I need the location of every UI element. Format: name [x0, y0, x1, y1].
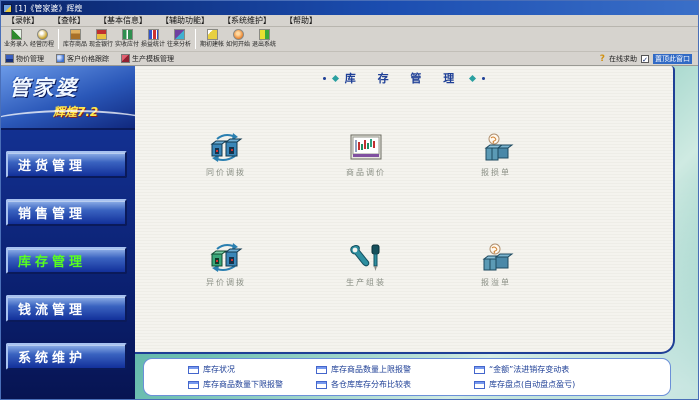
- diamond-icon: [332, 74, 339, 81]
- transactions-analysis-icon: [174, 29, 185, 40]
- brand-logo: 管家婆 辉煌7.2: [1, 66, 135, 130]
- pin-window-checkbox-label[interactable]: 置顶此窗口: [653, 54, 692, 64]
- menu-item-aux-functions[interactable]: 【辅助功能】: [161, 15, 209, 26]
- price-management-icon: [5, 54, 14, 63]
- toolbar-business-entry-button[interactable]: 业务录入: [3, 28, 29, 48]
- question-mark-icon: ?: [600, 54, 605, 64]
- customer-price-tracking-button[interactable]: 客户价格跟踪: [56, 54, 109, 64]
- toolbar-business-history-button[interactable]: 经营历程: [29, 28, 55, 48]
- toolbar-how-to-start-button[interactable]: 如何开始: [225, 28, 251, 48]
- main-background: 库 存 管 理: [135, 66, 698, 399]
- inventory-panel: 库 存 管 理: [135, 66, 675, 354]
- main-toolbar: 业务录入 经营历程 库存商品 现金银行 实收应付 损益统计 往来分析: [1, 27, 698, 52]
- sidebar-item-cashflow[interactable]: 钱流管理: [6, 295, 127, 322]
- production-template-icon: [121, 54, 130, 63]
- table-icon: [316, 381, 327, 389]
- production-template-button[interactable]: 生产模板管理: [121, 54, 174, 64]
- shortcut-overflow-report[interactable]: 报溢单: [454, 242, 538, 288]
- link-amount-method-change-table[interactable]: “金额”法进销存变动表: [474, 364, 664, 375]
- brand-name: 管家婆: [9, 72, 135, 102]
- toolbar-stock-goods-button[interactable]: 库存商品: [62, 28, 88, 48]
- app-icon: [3, 4, 12, 13]
- menu-item-query[interactable]: 【查帐】: [53, 15, 85, 26]
- sidebar: 管家婆 辉煌7.2 进货管理 销售管理 库存管理 钱流管理 系统维护: [1, 66, 135, 399]
- diff-price-transfer-icon: [208, 242, 244, 274]
- toolbar-exit-system-button[interactable]: 退出系统: [251, 28, 277, 48]
- shortcut-goods-reprice[interactable]: 商品调价: [324, 132, 408, 178]
- overflow-report-icon: [478, 242, 514, 274]
- page-title: 库 存 管 理: [345, 70, 464, 86]
- menu-item-basic-info[interactable]: 【基本信息】: [99, 15, 147, 26]
- shortcut-diff-price-transfer[interactable]: 异价调拨: [184, 242, 268, 288]
- receivable-payable-icon: [122, 29, 133, 40]
- link-stock-count[interactable]: 库存盘点(自动盘点盈亏): [474, 379, 664, 390]
- link-inventory-status[interactable]: 库存状况: [188, 364, 316, 375]
- brand-version: 辉煌7.2: [53, 103, 135, 120]
- app-window: [1]《管家婆》辉煌 【录帐】 【查帐】 【基本信息】 【辅助功能】 【系统维护…: [0, 0, 699, 400]
- same-price-transfer-icon: [208, 132, 244, 164]
- panel-header: 库 存 管 理: [135, 70, 673, 86]
- customer-price-tracking-icon: [56, 54, 65, 63]
- sidebar-item-sales[interactable]: 销售管理: [6, 199, 127, 226]
- link-stock-upper-limit-alarm[interactable]: 库存商品数量上限报警: [316, 364, 474, 375]
- toolbar-initial-setup-button[interactable]: 期初建帐: [199, 28, 225, 48]
- price-management-button[interactable]: 物价管理: [5, 54, 44, 64]
- stock-goods-icon: [70, 29, 81, 40]
- content-area: 管家婆 辉煌7.2 进货管理 销售管理 库存管理 钱流管理 系统维护 库 存 管…: [1, 66, 698, 399]
- sidebar-item-system-maintenance[interactable]: 系统维护: [6, 343, 127, 370]
- dot-decoration: [482, 77, 485, 80]
- toolbar-receivable-payable-button[interactable]: 实收应付: [114, 28, 140, 48]
- sidebar-item-inventory[interactable]: 库存管理: [6, 247, 127, 274]
- loss-report-icon: [478, 132, 514, 164]
- shortcut-production-assembly[interactable]: 生产组装: [324, 242, 408, 288]
- link-stock-lower-limit-alarm[interactable]: 库存商品数量下限报警: [188, 379, 316, 390]
- secondary-toolbar: 物价管理 客户价格跟踪 生产模板管理 ? 在线求助 ✓ 置顶此窗口: [1, 52, 698, 66]
- table-icon: [188, 366, 199, 374]
- dot-decoration: [323, 77, 326, 80]
- menu-item-help[interactable]: 【帮助】: [285, 15, 317, 26]
- exit-system-icon: [259, 29, 270, 40]
- initial-setup-icon: [207, 29, 218, 40]
- toolbar-separator: [195, 29, 196, 49]
- pin-window-checkbox[interactable]: ✓: [641, 55, 649, 63]
- window-title: [1]《管家婆》辉煌: [15, 3, 82, 14]
- profit-loss-icon: [148, 29, 159, 40]
- quick-links-panel: 库存状况 库存商品数量上限报警 “金额”法进销存变动表 库存商品数量下限报警 各…: [143, 358, 671, 396]
- online-help-link[interactable]: 在线求助: [609, 54, 637, 64]
- table-icon: [316, 366, 327, 374]
- table-icon: [188, 381, 199, 389]
- business-history-icon: [37, 29, 48, 40]
- table-icon: [474, 366, 485, 374]
- how-to-start-icon: [233, 29, 244, 40]
- toolbar-profit-loss-button[interactable]: 损益统计: [140, 28, 166, 48]
- diamond-icon: [469, 74, 476, 81]
- sidebar-item-purchase[interactable]: 进货管理: [6, 151, 127, 178]
- cash-bank-icon: [96, 29, 107, 40]
- business-entry-icon: [11, 29, 22, 40]
- title-bar: [1]《管家婆》辉煌: [1, 1, 698, 15]
- shortcut-same-price-transfer[interactable]: 同价调拨: [184, 132, 268, 178]
- menu-item-system-maintenance[interactable]: 【系统维护】: [223, 15, 271, 26]
- production-assembly-icon: [348, 242, 384, 274]
- toolbar-cash-bank-button[interactable]: 现金银行: [88, 28, 114, 48]
- link-warehouse-distribution-table[interactable]: 各仓库库存分布比较表: [316, 379, 474, 390]
- shortcut-loss-report[interactable]: 报损单: [454, 132, 538, 178]
- menu-item-record[interactable]: 【录帐】: [7, 15, 39, 26]
- goods-reprice-icon: [348, 132, 384, 164]
- toolbar-transactions-analysis-button[interactable]: 往来分析: [166, 28, 192, 48]
- table-icon: [474, 381, 485, 389]
- toolbar-separator: [58, 29, 59, 49]
- menu-bar: 【录帐】 【查帐】 【基本信息】 【辅助功能】 【系统维护】 【帮助】: [1, 15, 698, 27]
